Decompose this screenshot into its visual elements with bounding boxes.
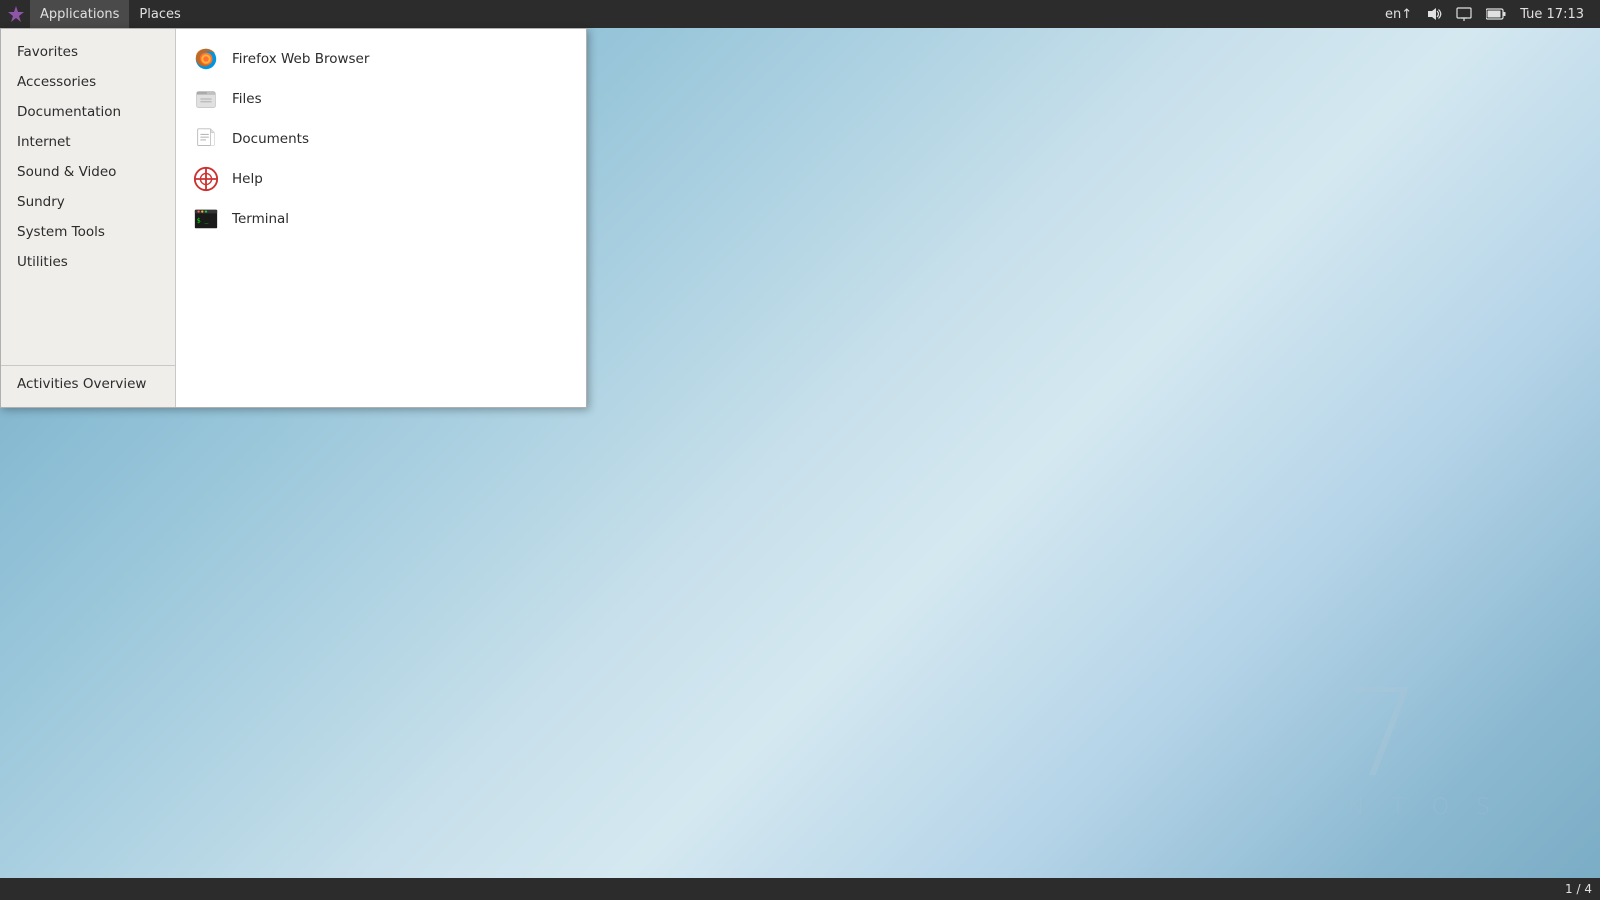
- files-icon: [192, 85, 220, 113]
- places-menu[interactable]: Places: [129, 0, 190, 28]
- category-accessories[interactable]: Accessories: [1, 67, 175, 97]
- app-firefox[interactable]: Firefox Web Browser: [176, 39, 586, 79]
- category-internet[interactable]: Internet: [1, 127, 175, 157]
- applications-menu[interactable]: Applications: [30, 0, 129, 28]
- desktop: Applications Places en↑: [0, 0, 1600, 900]
- centos-version-number: 7: [1265, 675, 1500, 795]
- display-icon[interactable]: [1452, 0, 1476, 28]
- category-sound-video[interactable]: Sound & Video: [1, 157, 175, 187]
- app-documents[interactable]: Documents: [176, 119, 586, 159]
- applications-menu-popup: Favorites Accessories Documentation Inte…: [0, 28, 587, 408]
- centos-brand-text: C E N T O S: [1265, 795, 1500, 820]
- category-utilities[interactable]: Utilities: [1, 247, 175, 277]
- terminal-label: Terminal: [232, 211, 289, 227]
- files-label: Files: [232, 91, 262, 107]
- category-activities-overview[interactable]: Activities Overview: [1, 365, 175, 399]
- panel-left: Applications Places: [4, 0, 191, 28]
- help-icon: [192, 165, 220, 193]
- app-terminal[interactable]: $ _ Terminal: [176, 199, 586, 239]
- firefox-label: Firefox Web Browser: [232, 51, 369, 67]
- battery-icon[interactable]: [1482, 0, 1510, 28]
- category-sundry[interactable]: Sundry: [1, 187, 175, 217]
- menu-apps-panel: Firefox Web Browser Files: [176, 29, 586, 407]
- category-system-tools[interactable]: System Tools: [1, 217, 175, 247]
- category-documentation[interactable]: Documentation: [1, 97, 175, 127]
- language-indicator[interactable]: en↑: [1381, 0, 1416, 28]
- category-separator: [1, 277, 175, 365]
- app-help[interactable]: Help: [176, 159, 586, 199]
- firefox-icon: [192, 45, 220, 73]
- centos-star-icon: [4, 2, 28, 26]
- terminal-icon: $ _: [192, 205, 220, 233]
- documents-label: Documents: [232, 131, 309, 147]
- volume-icon[interactable]: [1422, 0, 1446, 28]
- help-label: Help: [232, 171, 263, 187]
- centos-watermark: 7 C E N T O S: [1265, 675, 1500, 820]
- svg-text:$ _: $ _: [197, 217, 209, 225]
- workspace-indicator: 1 / 4: [1565, 882, 1592, 896]
- bottom-bar: 1 / 4: [0, 878, 1600, 900]
- datetime-display[interactable]: Tue 17:13: [1516, 0, 1588, 28]
- category-favorites[interactable]: Favorites: [1, 37, 175, 67]
- app-files[interactable]: Files: [176, 79, 586, 119]
- documents-icon: [192, 125, 220, 153]
- menu-categories: Favorites Accessories Documentation Inte…: [1, 29, 176, 407]
- top-panel: Applications Places en↑: [0, 0, 1600, 28]
- panel-right: en↑: [1381, 0, 1596, 28]
